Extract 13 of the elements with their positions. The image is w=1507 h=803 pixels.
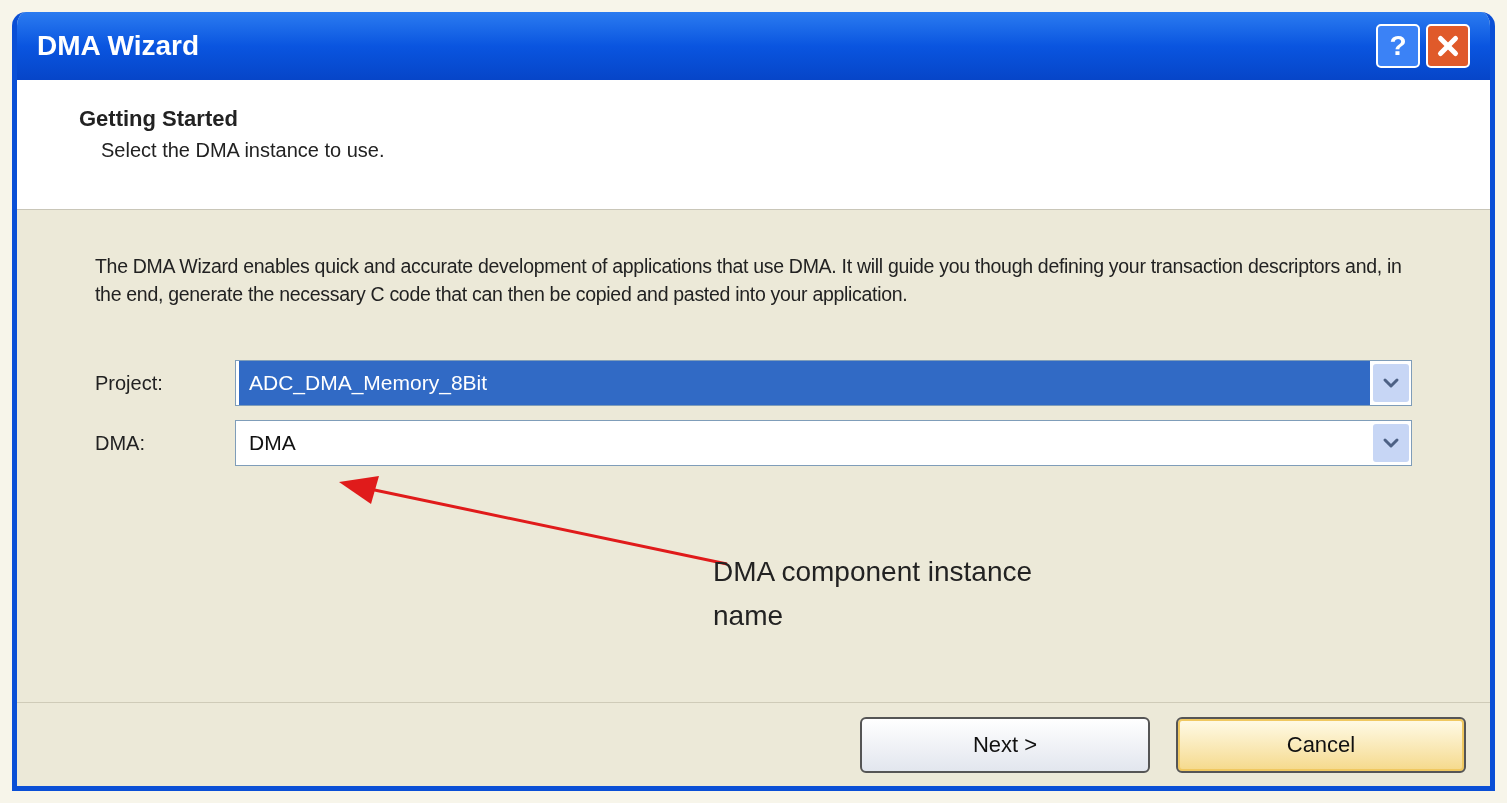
window-title: DMA Wizard	[37, 29, 200, 63]
header-title: Getting Started	[79, 105, 239, 133]
description-text: The DMA Wizard enables quick and accurate development of applications that use DMA. It will guide you though defining your transaction descriptors and, in the end, generate the necessary C code that can then be copied and pasted into your application.	[95, 254, 1403, 307]
field-label: DMA:	[95, 431, 146, 456]
field-label: Project:	[95, 371, 164, 396]
header-subtitle: Select the DMA instance to use.	[100, 138, 386, 163]
help-button[interactable]: ?	[1376, 24, 1420, 68]
dialog-button[interactable]: Next >	[860, 716, 1150, 773]
annotation-text: DMA component instance name	[713, 555, 1034, 633]
dropdown-value: DMA	[248, 430, 297, 457]
dropdown-field[interactable]: DMA	[235, 420, 1412, 466]
close-button[interactable]	[1426, 24, 1470, 68]
dialog-button[interactable]: Cancel	[1176, 716, 1466, 773]
